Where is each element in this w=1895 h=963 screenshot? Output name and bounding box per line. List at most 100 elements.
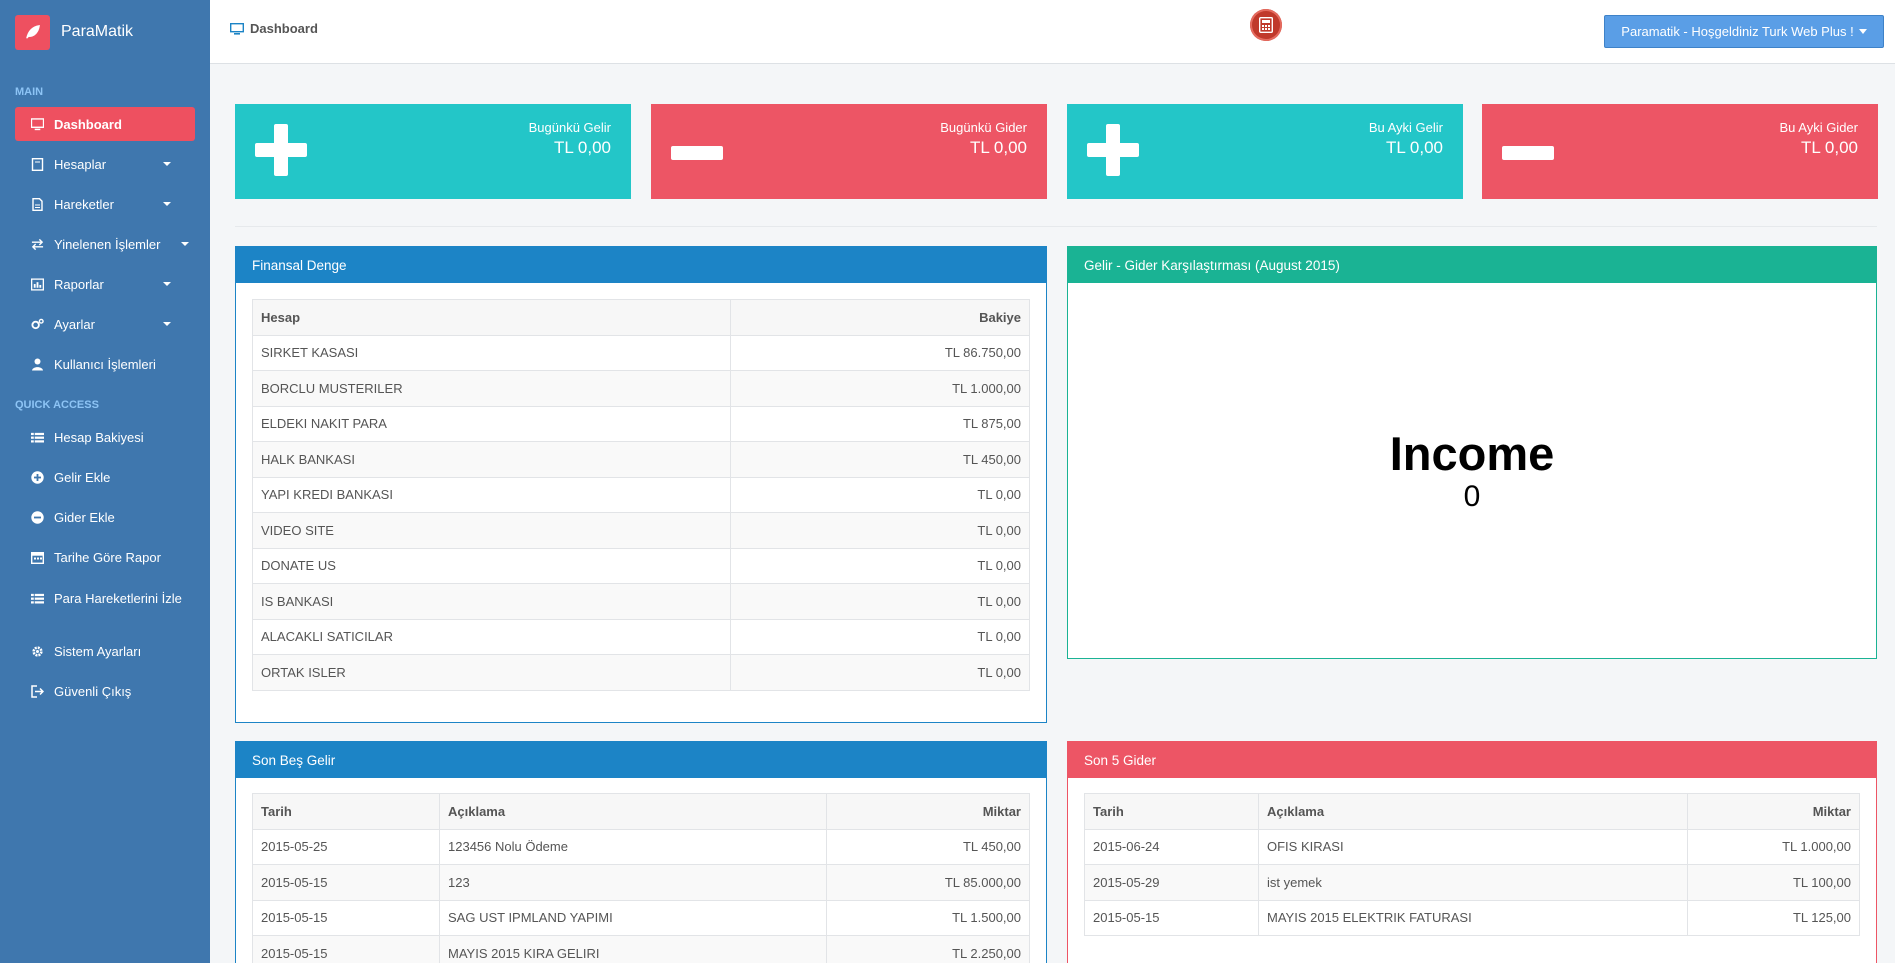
brand[interactable]: ParaMatik (0, 0, 210, 64)
sidebar-item-para-hareketlerini-izle[interactable]: Para Hareketlerini İzle (15, 580, 195, 628)
stat-monthly-expense: Bu Ayki Gider TL 0,00 (1482, 104, 1878, 199)
stat-value: TL 0,00 (553, 138, 611, 157)
brand-name: ParaMatik (61, 23, 134, 40)
table-row: ELDEKI NAKIT PARA TL 875,00 (252, 405, 1030, 442)
book-icon (31, 157, 44, 171)
stat-value: TL 0,00 (1800, 138, 1858, 157)
table-cell: TL 450,00 (826, 828, 1030, 865)
table-header-row: Tarih Açıklama Miktar (1084, 793, 1860, 830)
table-cell: ALACAKLI SATICILAR (252, 618, 731, 655)
sidebar-item-label: Gider Ekle (54, 509, 115, 525)
sidebar-item-ayarlar[interactable]: Ayarlar (15, 307, 195, 341)
table-cell: SAG UST IPMLAND YAPIMI (439, 899, 827, 936)
chevron-down-icon (163, 162, 171, 166)
comparison-label: Income (1389, 426, 1555, 480)
panel-financial-balance: Finansal Denge Hesap Bakiye SIRKET KASAS… (235, 246, 1047, 723)
stat-title: Bugünkü Gelir (528, 120, 611, 135)
sidebar-item-yinelenen-islemler[interactable]: Yinelenen İşlemler (15, 227, 195, 261)
sidebar-item-label: Para Hareketlerini İzle (54, 591, 182, 606)
sidebar: ParaMatik MAIN Dashboard Hesaplar Hareke… (0, 0, 210, 963)
table-cell: TL 2.250,00 (826, 935, 1030, 963)
table-cell: TL 1.000,00 (1687, 828, 1860, 865)
table-cell: TL 1.000,00 (730, 370, 1030, 407)
panel-income-expense-comparison: Gelir - Gider Karşılaştırması (August 20… (1067, 246, 1877, 659)
minus-circle-icon (31, 510, 44, 524)
column-header: Açıklama (439, 793, 827, 830)
user-icon (31, 358, 44, 371)
sidebar-item-hesaplar[interactable]: Hesaplar (15, 147, 195, 181)
gear-icon (31, 645, 44, 658)
calculator-icon (1259, 17, 1273, 33)
top-bar: Dashboard Paramatik - Hoşgeldiniz Turk W… (210, 0, 1895, 64)
table-cell: TL 450,00 (730, 441, 1030, 478)
table-cell: 123 (439, 864, 827, 901)
stat-value: TL 0,00 (969, 138, 1027, 157)
last-income-table: Tarih Açıklama Miktar 2015-05-25 123456 N… (252, 793, 1030, 963)
sidebar-item-sistem-ayarlari[interactable]: Sistem Ayarları (15, 634, 195, 668)
list-icon (31, 592, 44, 605)
sidebar-item-gelir-ekle[interactable]: Gelir Ekle (15, 460, 195, 494)
table-cell: HALK BANKASI (252, 441, 731, 478)
table-cell: 2015-06-24 (1084, 828, 1259, 865)
table-header-row: Hesap Bakiye (252, 299, 1030, 336)
table-row: VIDEO SITE TL 0,00 (252, 512, 1030, 549)
last-expense-table: Tarih Açıklama Miktar 2015-06-24 OFIS KIR… (1084, 793, 1860, 936)
column-header: Miktar (826, 793, 1030, 830)
chart-icon (31, 277, 44, 291)
table-row: 2015-06-24 OFIS KIRASI TL 1.000,00 (1084, 828, 1860, 865)
sidebar-item-gider-ekle[interactable]: Gider Ekle (15, 500, 195, 534)
sidebar-item-label: Yinelenen İşlemler (54, 236, 161, 252)
table-cell: ist yemek (1258, 864, 1688, 901)
sidebar-item-hareketler[interactable]: Hareketler (15, 187, 195, 221)
divider (235, 226, 1877, 227)
sidebar-item-label: Güvenli Çıkış (54, 683, 132, 699)
table-header-row: Tarih Açıklama Miktar (252, 793, 1030, 830)
sidebar-item-label: Sistem Ayarları (54, 643, 142, 659)
table-row: 2015-05-15 MAYIS 2015 KIRA GELIRI TL 2.250… (252, 935, 1030, 963)
column-header: Hesap (252, 299, 731, 336)
list-icon (31, 431, 44, 444)
table-cell: 2015-05-15 (252, 864, 440, 901)
sidebar-item-guvenli-cikis[interactable]: Güvenli Çıkış (15, 674, 195, 708)
sidebar-item-tarihe-gore-rapor[interactable]: Tarihe Göre Rapor (15, 540, 195, 574)
table-row: HALK BANKASI TL 450,00 (252, 441, 1030, 478)
table-cell: ELDEKI NAKIT PARA (252, 405, 731, 442)
stat-title: Bugünkü Gider (940, 120, 1027, 135)
table-cell: TL 125,00 (1687, 899, 1860, 936)
calculator-button[interactable] (1250, 9, 1282, 41)
panel-title: Finansal Denge (236, 247, 1046, 283)
table-row: 2015-05-15 MAYIS 2015 ELEKTRIK FATURASI TL… (1084, 899, 1860, 936)
calendar-icon (31, 551, 44, 564)
stat-title: Bu Ayki Gider (1779, 120, 1858, 135)
sidebar-item-dashboard[interactable]: Dashboard (15, 107, 195, 141)
table-cell: TL 0,00 (730, 476, 1030, 513)
stat-monthly-income: Bu Ayki Gelir TL 0,00 (1067, 104, 1463, 199)
table-row: 2015-05-29 ist yemek TL 100,00 (1084, 864, 1860, 901)
sidebar-item-label: Ayarlar (54, 316, 95, 332)
table-row: ORTAK ISLER TL 0,00 (252, 654, 1030, 691)
stat-title: Bu Ayki Gelir (1368, 120, 1443, 135)
stat-value: TL 0,00 (1385, 138, 1443, 157)
monitor-icon (31, 117, 44, 131)
table-row: 2015-05-15 SAG UST IPMLAND YAPIMI TL 1.500… (252, 899, 1030, 936)
user-menu-button[interactable]: Paramatik - Hoşgeldiniz Turk Web Plus ! (1604, 15, 1884, 48)
table-cell: YAPI KREDI BANKASI (252, 476, 731, 513)
table-cell: TL 1.500,00 (826, 899, 1030, 936)
chevron-down-icon (1858, 29, 1867, 34)
sidebar-item-hesap-bakiyesi[interactable]: Hesap Bakiyesi (15, 420, 195, 454)
table-cell: DONATE US (252, 547, 731, 584)
sidebar-item-label: Hesap Bakiyesi (54, 429, 144, 445)
table-cell: TL 0,00 (730, 583, 1030, 620)
sidebar-item-raporlar[interactable]: Raporlar (15, 267, 195, 301)
sidebar-item-label: Gelir Ekle (54, 469, 111, 485)
sidebar-item-label: Tarihe Göre Rapor (54, 549, 161, 565)
table-cell: ORTAK ISLER (252, 654, 731, 691)
column-header: Açıklama (1258, 793, 1688, 830)
table-cell: BORCLU MUSTERILER (252, 370, 731, 407)
column-header: Miktar (1687, 793, 1860, 830)
sidebar-item-kullanici-islemleri[interactable]: Kullanıcı İşlemleri (15, 347, 195, 381)
document-icon (31, 197, 44, 211)
table-cell: TL 0,00 (730, 512, 1030, 549)
plus-icon (255, 124, 307, 176)
sidebar-item-label: Raporlar (54, 276, 104, 292)
